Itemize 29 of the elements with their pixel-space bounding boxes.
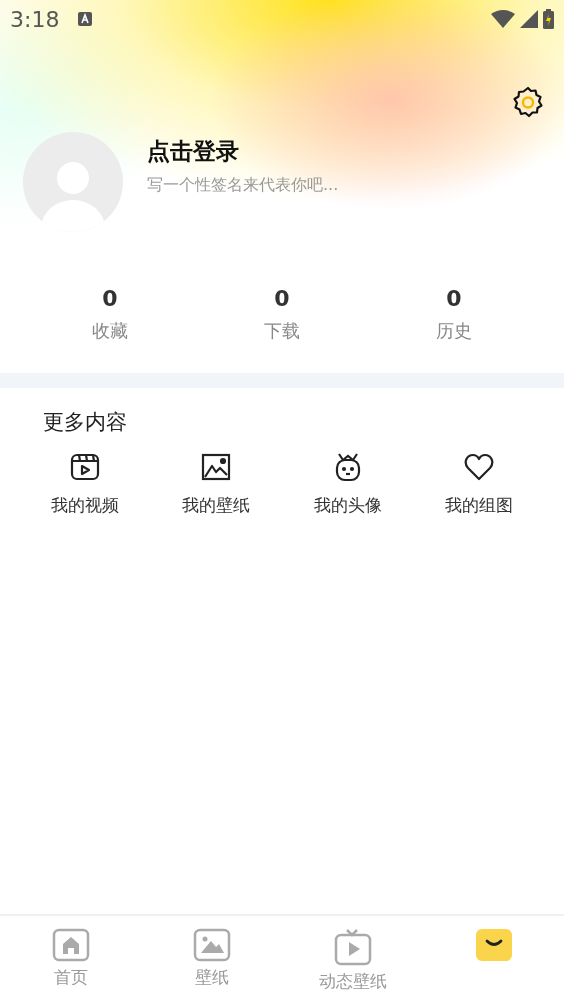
wifi-icon	[491, 10, 515, 28]
stat-label[interactable]: 下载	[264, 319, 300, 343]
tv-icon	[333, 928, 372, 966]
stat-label[interactable]: 历史	[436, 319, 472, 343]
menu-item-label[interactable]: 我的壁纸	[182, 494, 251, 517]
heart-icon[interactable]	[464, 452, 495, 482]
login-link[interactable]: 点击登录	[147, 136, 339, 167]
stat-count: 0	[102, 286, 118, 311]
battery-icon	[543, 9, 554, 29]
nav-tab[interactable]: 动态壁纸	[282, 916, 423, 1004]
menu-item-label[interactable]: 我的组图	[445, 494, 514, 517]
stat-label[interactable]: 收藏	[92, 319, 128, 343]
nav-tab[interactable]: 首页	[0, 916, 141, 1004]
stat-count: 0	[274, 286, 290, 311]
image-icon	[192, 928, 231, 962]
section-title: 更多内容	[43, 409, 128, 436]
menu-item-label[interactable]: 我的头像	[313, 494, 382, 517]
home-icon	[51, 928, 90, 962]
video-icon[interactable]	[69, 452, 100, 482]
signal-icon	[520, 10, 538, 28]
menu-item-label[interactable]: 我的视频	[50, 494, 119, 517]
signature-text: 写一个性签名来代表你吧...	[147, 175, 339, 196]
smile-icon	[474, 928, 513, 962]
image-icon[interactable]	[201, 452, 232, 482]
stat-count: 0	[446, 286, 462, 311]
keyboard-icon	[78, 12, 93, 26]
status-time: 3:18	[10, 6, 60, 32]
settings-icon[interactable]	[512, 86, 544, 118]
nav-tab[interactable]: 壁纸	[141, 916, 282, 1004]
